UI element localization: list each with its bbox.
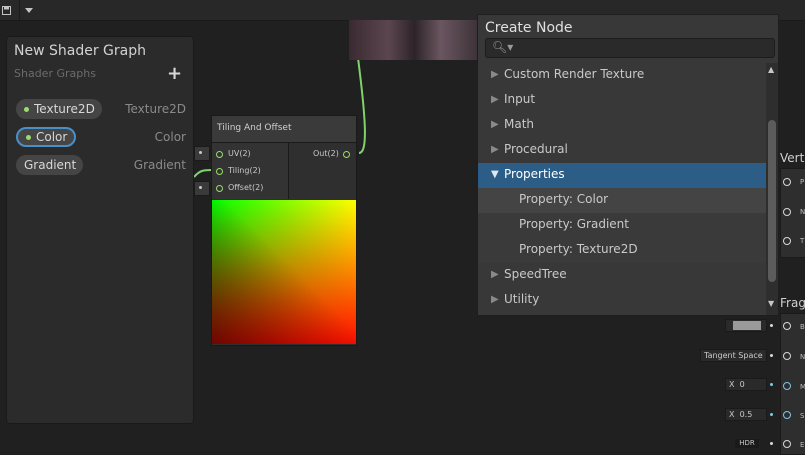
list-item[interactable]: ▶ Utility xyxy=(478,288,766,313)
property-dot-icon xyxy=(26,134,31,140)
node-category-list: ▶ Custom Render Texture ▶ Input ▶ Math ▶ Pro… xyxy=(478,63,766,315)
property-name: Color xyxy=(36,130,68,144)
vertex-port-position[interactable] xyxy=(783,178,791,186)
hdr-badge[interactable]: HDR xyxy=(735,439,759,448)
property-name: Gradient xyxy=(24,158,77,172)
property-row-color[interactable]: Color Color xyxy=(16,127,186,149)
metallic-value: 0 xyxy=(739,380,745,389)
offset-input-field[interactable] xyxy=(194,181,210,196)
create-node-title: Create Node xyxy=(485,20,573,36)
offset-port-label: Offset(2) xyxy=(228,183,264,192)
node-header[interactable]: Tiling And Offset xyxy=(212,116,356,143)
chevron-right-icon: ▶ xyxy=(491,69,499,80)
blackboard-subtitle: Shader Graphs xyxy=(14,67,96,80)
offset-port[interactable] xyxy=(216,185,223,192)
property-type: Texture2D xyxy=(125,102,186,116)
create-node-window: Create Node 🔍︎▾ ▶ Custom Render Texture ▶… xyxy=(477,14,779,316)
chevron-right-icon: ▶ xyxy=(491,144,499,155)
vertex-port-label: T xyxy=(800,237,805,245)
fragment-port-smoothness[interactable] xyxy=(783,411,791,419)
fragment-port-label: N xyxy=(800,353,805,361)
scrollbar-thumb[interactable] xyxy=(768,120,776,282)
normal-space-field[interactable]: Tangent Space xyxy=(700,349,767,362)
fragment-port-label: M xyxy=(800,383,805,391)
fragment-port-label: B xyxy=(800,323,805,331)
search-icon: 🔍︎▾ xyxy=(492,40,514,54)
chevron-right-icon: ▶ xyxy=(491,119,499,130)
node-title: Tiling And Offset xyxy=(217,123,292,133)
vertex-port-tangent[interactable] xyxy=(783,237,791,245)
uv-input-field[interactable] xyxy=(194,146,210,161)
smoothness-value: 0.5 xyxy=(739,410,753,419)
uv-port-label: UV(2) xyxy=(228,149,251,158)
basecolor-swatch[interactable] xyxy=(733,321,761,330)
list-item[interactable]: ▶ Input xyxy=(478,88,766,113)
vertex-port-normal[interactable] xyxy=(783,208,791,216)
property-dot-icon xyxy=(24,106,29,112)
scroll-down-icon[interactable]: ▼ xyxy=(768,299,774,308)
scrollbar[interactable]: ▲ ▼ xyxy=(766,63,778,315)
uv-port[interactable] xyxy=(216,151,223,158)
blackboard-panel: New Shader Graph Shader Graphs + Texture… xyxy=(6,36,194,424)
list-item[interactable]: ▶ SpeedTree xyxy=(478,263,766,288)
out-port[interactable] xyxy=(343,151,350,158)
property-pill[interactable]: Gradient xyxy=(16,155,84,175)
texture-preview-thumbnail xyxy=(349,20,480,60)
add-property-button[interactable]: + xyxy=(167,63,182,84)
property-row-gradient[interactable]: Gradient Gradient xyxy=(16,155,186,177)
blackboard-title: New Shader Graph xyxy=(14,43,146,59)
fragment-port-label: S xyxy=(800,412,805,420)
search-input[interactable]: 🔍︎▾ xyxy=(485,38,775,58)
list-item[interactable]: Property: Texture2D xyxy=(478,238,766,263)
tiling-port-label: Tiling(2) xyxy=(228,166,261,175)
property-type: Gradient xyxy=(133,158,186,172)
fragment-port-basecolor[interactable] xyxy=(783,322,791,330)
vertex-port-label: P xyxy=(800,178,805,186)
tangent-space-label: Tangent Space xyxy=(704,351,763,360)
chevron-down-icon: ▼ xyxy=(491,169,499,180)
chevron-right-icon: ▶ xyxy=(491,94,499,105)
list-item[interactable]: ▼ Properties xyxy=(478,163,766,188)
list-item[interactable]: Property: Color xyxy=(478,188,766,213)
metallic-field[interactable]: X 0 xyxy=(725,378,767,391)
tiling-and-offset-node[interactable]: Tiling And Offset UV(2) Tiling(2) Offset… xyxy=(211,115,357,346)
fragment-port-emission[interactable] xyxy=(783,440,791,448)
chevron-right-icon: ▶ xyxy=(491,294,499,305)
fragment-port-metallic[interactable] xyxy=(783,382,791,390)
chevron-right-icon: ▶ xyxy=(491,269,499,280)
property-row-texture2d[interactable]: Texture2D Texture2D xyxy=(16,99,186,121)
property-name: Texture2D xyxy=(34,102,95,116)
property-pill[interactable]: Color xyxy=(16,127,77,147)
fragment-port-normal[interactable] xyxy=(783,352,791,360)
vertex-stack-title: Verte xyxy=(780,151,805,165)
list-item[interactable]: ▶ Custom Render Texture xyxy=(478,63,766,88)
list-item[interactable]: ▶ Math xyxy=(478,113,766,138)
scroll-up-icon[interactable]: ▲ xyxy=(768,65,774,74)
list-item[interactable]: ▶ Procedural xyxy=(478,138,766,163)
vertex-port-label: N xyxy=(800,208,805,216)
property-type: Color xyxy=(154,130,186,144)
property-pill[interactable]: Texture2D xyxy=(16,99,102,119)
node-preview xyxy=(212,200,356,344)
out-port-label: Out(2) xyxy=(313,149,339,158)
list-item[interactable]: Property: Gradient xyxy=(478,213,766,238)
smoothness-field[interactable]: X 0.5 xyxy=(725,408,767,421)
fragment-stack-title: Frag xyxy=(780,296,805,310)
tiling-port[interactable] xyxy=(216,168,223,175)
